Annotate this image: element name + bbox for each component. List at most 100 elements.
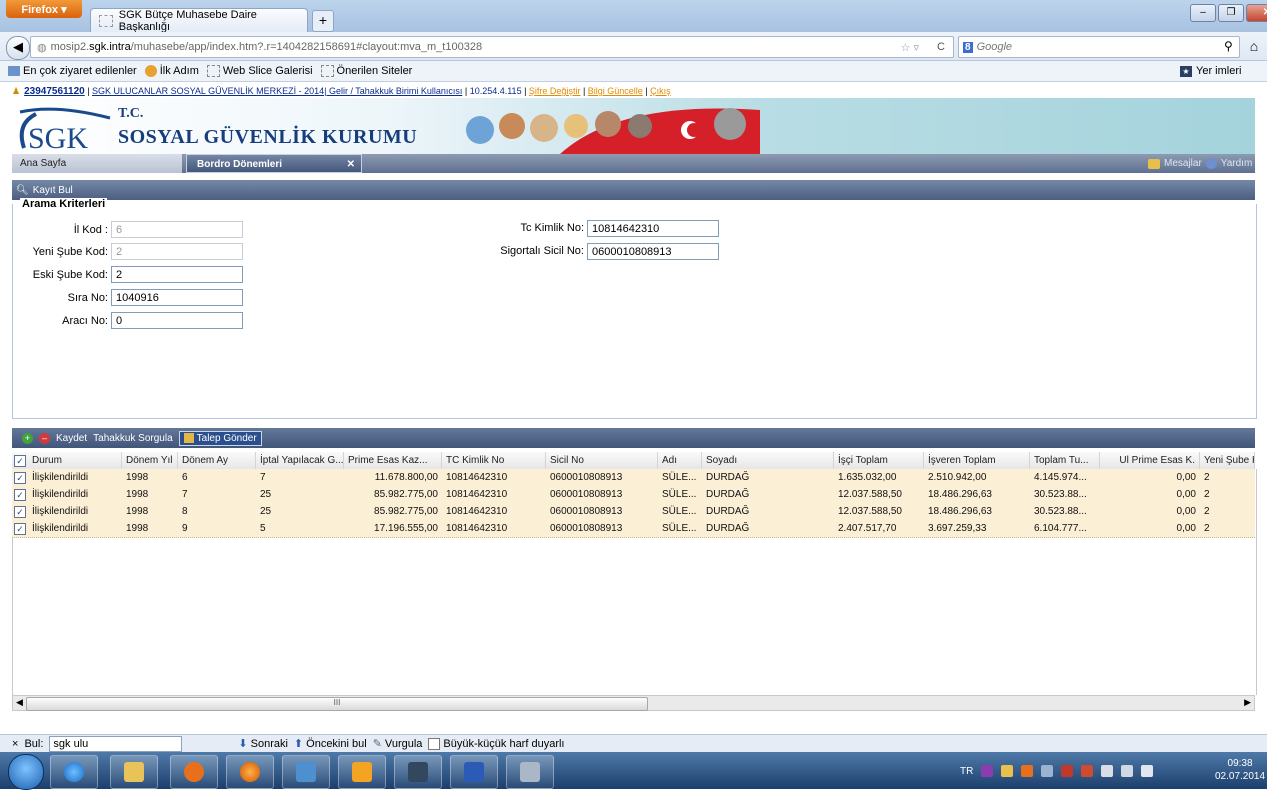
column-header[interactable]: Dönem Yıl xyxy=(122,452,178,469)
scroll-right-icon[interactable]: ▶ xyxy=(1244,697,1251,708)
speaker-icon[interactable] xyxy=(1141,765,1154,777)
bookmark-star-icon[interactable]: ☆ ▿ xyxy=(901,41,919,54)
taskbar-ie[interactable] xyxy=(50,755,98,789)
language-indicator[interactable]: TR xyxy=(960,766,973,777)
column-header[interactable]: Adı xyxy=(658,452,702,469)
find-prev-button[interactable]: ⬆ Öncekini bul xyxy=(294,737,367,751)
il-kod-field[interactable]: 6 xyxy=(111,221,243,238)
cell-isveren-toplam: 18.486.296,63 xyxy=(928,489,992,500)
row-checkbox[interactable]: ✓ xyxy=(14,506,26,518)
taskbar-clock[interactable]: 09:38 02.07.2014 xyxy=(1215,757,1265,783)
cell-durum: İlişkilendirildi xyxy=(32,506,89,517)
search-engine-label: Google xyxy=(976,41,1013,53)
select-all-checkbox[interactable]: ✓ xyxy=(14,455,26,467)
eski-sube-kod-field[interactable]: 2 xyxy=(111,266,243,283)
browser-tab[interactable]: SGK Bütçe Muhasebe Daire Başkanlığı xyxy=(90,8,308,33)
table-row[interactable]: ✓ İlişkilendirildi 1998 7 25 85.982.775,… xyxy=(12,486,1255,504)
column-header[interactable]: Prime Esas Kaz... xyxy=(344,452,442,469)
yeni-sube-kod-field[interactable]: 2 xyxy=(111,243,243,260)
user-unit-link[interactable]: SGK ULUCANLAR SOSYAL GÜVENLİK MERKEZİ - … xyxy=(92,86,462,96)
search-icon[interactable]: ⚲ xyxy=(1224,36,1240,56)
table-row[interactable]: ✓ İlişkilendirildi 1998 8 25 85.982.775,… xyxy=(12,503,1255,521)
shield-icon[interactable] xyxy=(1061,765,1074,777)
column-header[interactable]: İşveren Toplam xyxy=(924,452,1030,469)
bookmark-most-visited[interactable]: En çok ziyaret edilenler xyxy=(8,65,137,77)
change-password-link[interactable]: Şifre Değiştir xyxy=(529,86,581,96)
column-header[interactable]: İptal Yapılacak G... xyxy=(256,452,344,469)
firefox-menu-button[interactable]: Firefox ▾ xyxy=(6,0,82,18)
network-icon[interactable] xyxy=(1081,765,1094,777)
start-button[interactable] xyxy=(8,754,44,790)
taskbar-explorer[interactable] xyxy=(110,755,158,789)
taskbar-calculator[interactable] xyxy=(506,755,554,789)
tab-ana-sayfa[interactable]: Ana Sayfa xyxy=(12,154,182,173)
araci-no-field[interactable]: 0 xyxy=(111,312,243,329)
maximize-button[interactable]: ❐ xyxy=(1218,4,1244,22)
add-row-icon[interactable]: + xyxy=(22,432,33,444)
close-tab-icon[interactable]: ✕ xyxy=(347,155,355,174)
office-icon[interactable] xyxy=(1021,765,1034,777)
search-box[interactable]: 8 Google xyxy=(958,36,1240,58)
tab-bordro-donemleri[interactable]: Bordro Dönemleri ✕ xyxy=(186,154,362,173)
bookmark-suggested-sites[interactable]: Önerilen Siteler xyxy=(320,65,412,77)
logout-link[interactable]: Çıkış xyxy=(650,86,671,96)
mail-icon[interactable] xyxy=(1001,765,1014,777)
onenote-icon[interactable] xyxy=(981,765,994,777)
delete-row-icon[interactable]: – xyxy=(39,432,50,444)
column-header[interactable]: Toplam Tu... xyxy=(1030,452,1100,469)
taskbar-app[interactable] xyxy=(282,755,330,789)
column-header[interactable]: Durum xyxy=(28,452,122,469)
highlight-button[interactable]: ✎ Vurgula xyxy=(373,737,423,751)
cell-iptal-gun: 25 xyxy=(260,506,272,517)
taskbar-app2[interactable] xyxy=(394,755,442,789)
display-icon[interactable] xyxy=(1121,765,1134,777)
column-header[interactable]: Dönem Ay xyxy=(178,452,256,469)
taskbar-firefox[interactable] xyxy=(226,755,274,789)
close-find-icon[interactable]: × xyxy=(12,738,18,750)
flag-icon[interactable] xyxy=(1101,765,1114,777)
sira-no-field[interactable]: 1040916 xyxy=(111,289,243,306)
help-link[interactable]: Yardım xyxy=(1221,158,1253,169)
address-bar[interactable]: ◍ mosip2. sgk.intra/muhasebe/app/index.ht… xyxy=(30,36,954,58)
update-info-link[interactable]: Bilgi Güncelle xyxy=(588,86,643,96)
column-header[interactable]: Soyadı xyxy=(702,452,834,469)
row-checkbox[interactable]: ✓ xyxy=(14,523,26,535)
row-checkbox[interactable]: ✓ xyxy=(14,489,26,501)
sicil-no-field[interactable]: 0600010808913 xyxy=(587,243,719,260)
close-window-button[interactable]: ✕ xyxy=(1246,4,1267,22)
taskbar-outlook[interactable] xyxy=(338,755,386,789)
find-input[interactable]: sgk ulu xyxy=(49,735,183,752)
cell-soyadi: DURDAĞ xyxy=(706,489,750,500)
find-next-button[interactable]: ⬇ Sonraki xyxy=(238,737,288,751)
scroll-thumb[interactable]: III xyxy=(26,697,648,711)
bookmarks-menu-button[interactable]: ★ Yer imleri xyxy=(1180,62,1241,80)
cell-donem-yil: 1998 xyxy=(126,472,149,483)
column-header[interactable]: Sicil No xyxy=(546,452,658,469)
tahakkuk-sorgula-button[interactable]: Tahakkuk Sorgula xyxy=(93,433,173,444)
column-header[interactable]: Yeni Şube K. xyxy=(1200,452,1255,469)
taskbar-media[interactable] xyxy=(170,755,218,789)
bookmark-web-slice[interactable]: Web Slice Galerisi xyxy=(206,65,313,77)
talep-gonder-button[interactable]: Talep Gönder xyxy=(178,430,262,446)
minimize-button[interactable]: – xyxy=(1190,4,1216,22)
match-case-checkbox[interactable]: Büyük-küçük harf duyarlı xyxy=(428,737,564,750)
taskbar-word[interactable] xyxy=(450,755,498,789)
column-header[interactable]: Ul Prime Esas K. xyxy=(1100,452,1200,469)
scroll-left-icon[interactable]: ◀ xyxy=(16,697,23,708)
find-record-bar[interactable]: 🔍︎ Kayıt Bul xyxy=(12,180,1255,200)
cell-donem-ay: 9 xyxy=(182,523,188,534)
volume-icon[interactable] xyxy=(1041,765,1054,777)
new-tab-button[interactable]: + xyxy=(312,10,334,32)
column-header[interactable]: İşçi Toplam xyxy=(834,452,924,469)
table-row[interactable]: ✓ İlişkilendirildi 1998 9 5 17.196.555,0… xyxy=(12,520,1255,538)
row-checkbox[interactable]: ✓ xyxy=(14,472,26,484)
back-button[interactable]: ◀ xyxy=(6,36,30,60)
reload-icon[interactable]: C xyxy=(937,41,945,53)
kaydet-button[interactable]: Kaydet xyxy=(56,433,87,444)
column-header[interactable]: TC Kimlik No xyxy=(442,452,546,469)
tc-kimlik-field[interactable]: 10814642310 xyxy=(587,220,719,237)
messages-link[interactable]: Mesajlar xyxy=(1164,158,1202,169)
bookmark-first-steps[interactable]: İlk Adım xyxy=(144,65,199,77)
home-icon[interactable]: ⌂ xyxy=(1244,36,1264,56)
table-row[interactable]: ✓ İlişkilendirildi 1998 6 7 11.678.800,0… xyxy=(12,469,1255,487)
